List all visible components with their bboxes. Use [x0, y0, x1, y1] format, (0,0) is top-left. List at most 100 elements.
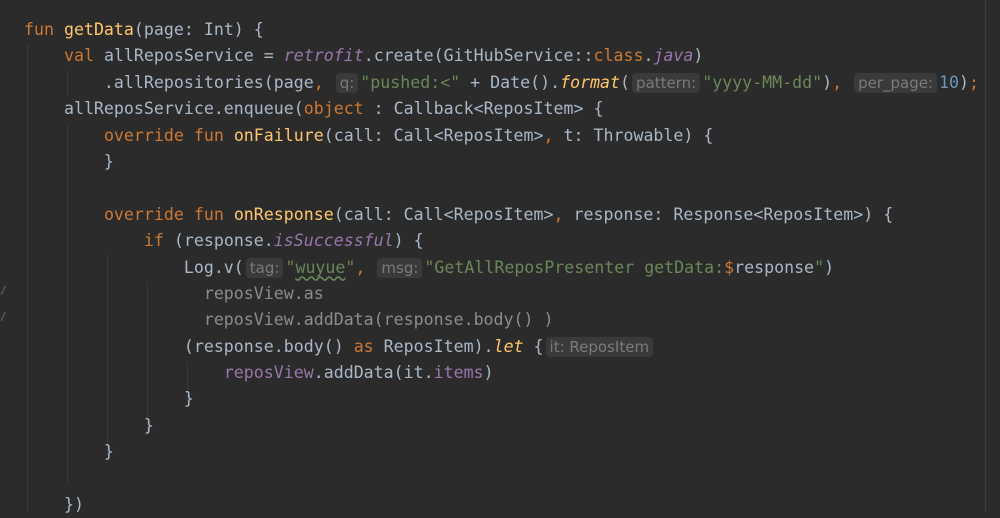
code-token: "pushed:<"	[360, 72, 461, 92]
code-token: let	[493, 336, 524, 356]
code-line[interactable]: }	[24, 386, 1000, 412]
parameter-hint: per_page:	[854, 72, 938, 93]
code-token: allReposService =	[103, 46, 284, 66]
code-token: "GetAllReposPresenter getData:	[424, 257, 725, 277]
code-token: reposView.as	[24, 283, 324, 303]
gutter-marker-icon: /	[0, 310, 7, 323]
code-token: $	[724, 257, 735, 277]
code-line[interactable]: })	[24, 492, 1000, 518]
code-token: if	[143, 231, 174, 251]
code-token: ,	[543, 125, 564, 145]
code-editor[interactable]: fun getData(page: Int) { val allReposSer…	[24, 17, 1000, 518]
code-token: : Callback<ReposItem> {	[363, 99, 604, 119]
code-token: it	[403, 363, 424, 383]
code-token: class	[593, 46, 644, 66]
code-token: "	[345, 257, 356, 277]
code-token: .addData(	[313, 363, 404, 383]
code-line[interactable]: val allReposService = retrofit.create(Gi…	[24, 43, 1000, 69]
code-token: "	[285, 257, 296, 277]
code-line[interactable]: reposView.addData(response.body() )	[24, 307, 1000, 333]
code-line[interactable]: }	[24, 149, 1000, 175]
code-token: }	[24, 389, 194, 409]
code-token: (response.	[173, 231, 274, 251]
code-line[interactable]: Log.v(tag: "wuyue", msg: "GetAllReposPrese…	[24, 255, 1000, 281]
code-token: (response.body()	[24, 336, 354, 356]
code-token: .	[423, 363, 434, 383]
code-token: fun	[24, 20, 64, 39]
parameter-hint: it: ReposItem	[545, 336, 654, 357]
code-token: ,	[832, 72, 853, 92]
code-token: override fun	[103, 204, 234, 224]
code-token: as	[353, 336, 384, 356]
code-line[interactable]: }	[24, 413, 1000, 439]
code-token: val	[63, 46, 104, 66]
code-token: .	[643, 46, 654, 66]
code-token: (call: Call<ReposItem>	[333, 204, 554, 224]
code-token: 10	[939, 72, 960, 92]
code-token: ) {	[393, 231, 424, 251]
code-line[interactable]: override fun onResponse(call: Call<Repos…	[24, 202, 1000, 228]
code-token: getData	[63, 20, 134, 39]
code-token: reposView	[223, 363, 314, 383]
parameter-hint: q:	[335, 72, 359, 93]
code-token: .create(GitHubService::	[363, 46, 594, 66]
code-token: .allRepositories(page	[24, 72, 314, 92]
code-line[interactable]	[24, 466, 1000, 492]
code-token: {	[523, 336, 544, 356]
code-token: (call: Call<ReposItem>	[323, 125, 544, 145]
code-token: })	[24, 495, 84, 515]
code-token: (	[620, 72, 631, 92]
code-token: ,	[313, 72, 334, 92]
code-token: java	[653, 46, 694, 66]
code-token: format	[560, 72, 621, 92]
code-token: ReposItem).	[383, 336, 494, 356]
parameter-hint: msg:	[377, 257, 423, 278]
code-token: items	[433, 363, 484, 383]
code-token: ,	[355, 257, 376, 277]
code-line[interactable]: if (response.isSuccessful) {	[24, 228, 1000, 254]
code-line[interactable]: .allRepositories(page, q: "pushed:<" + Da…	[24, 70, 1000, 96]
code-token: ,	[553, 204, 574, 224]
code-token: onResponse	[233, 204, 334, 224]
code-token: response	[734, 257, 815, 277]
code-token: (page: Int) {	[133, 20, 264, 39]
code-token: allReposService.enqueue(	[24, 99, 304, 119]
code-token: }	[24, 442, 114, 462]
code-token: "	[814, 257, 825, 277]
code-token: )	[483, 363, 494, 383]
code-token: + Date().	[460, 72, 561, 92]
code-token: )	[822, 72, 833, 92]
code-token: reposView.addData(response.body() )	[24, 310, 554, 330]
code-token: retrofit	[283, 46, 364, 66]
parameter-hint: tag:	[245, 257, 284, 278]
code-line[interactable]: reposView.addData(it.items)	[24, 360, 1000, 386]
code-token: response: Response<ReposItem>) {	[573, 204, 894, 224]
code-token: )	[824, 257, 835, 277]
code-token: Log.v(	[24, 257, 244, 277]
code-line[interactable]: fun getData(page: Int) {	[24, 17, 1000, 43]
code-token: onFailure	[233, 125, 324, 145]
code-line[interactable]: (response.body() as ReposItem).let {it: …	[24, 334, 1000, 360]
code-token: )	[693, 46, 704, 66]
code-line[interactable]	[24, 175, 1000, 201]
code-token: ;	[969, 72, 980, 92]
code-token: t: Throwable) {	[563, 125, 714, 145]
code-line[interactable]: }	[24, 439, 1000, 465]
code-token: object	[303, 99, 364, 119]
code-token: wuyue	[295, 257, 346, 277]
gutter-marker-icon: /	[0, 284, 7, 297]
parameter-hint: pattern:	[632, 72, 701, 93]
code-token: }	[24, 151, 114, 171]
code-line[interactable]: reposView.as	[24, 281, 1000, 307]
code-line[interactable]: allReposService.enqueue(object : Callbac…	[24, 96, 1000, 122]
code-line[interactable]: override fun onFailure(call: Call<ReposI…	[24, 123, 1000, 149]
code-token: }	[24, 415, 154, 435]
code-token: isSuccessful	[273, 231, 394, 251]
code-token: "yyyy-MM-dd"	[702, 72, 823, 92]
code-token: override fun	[103, 125, 234, 145]
